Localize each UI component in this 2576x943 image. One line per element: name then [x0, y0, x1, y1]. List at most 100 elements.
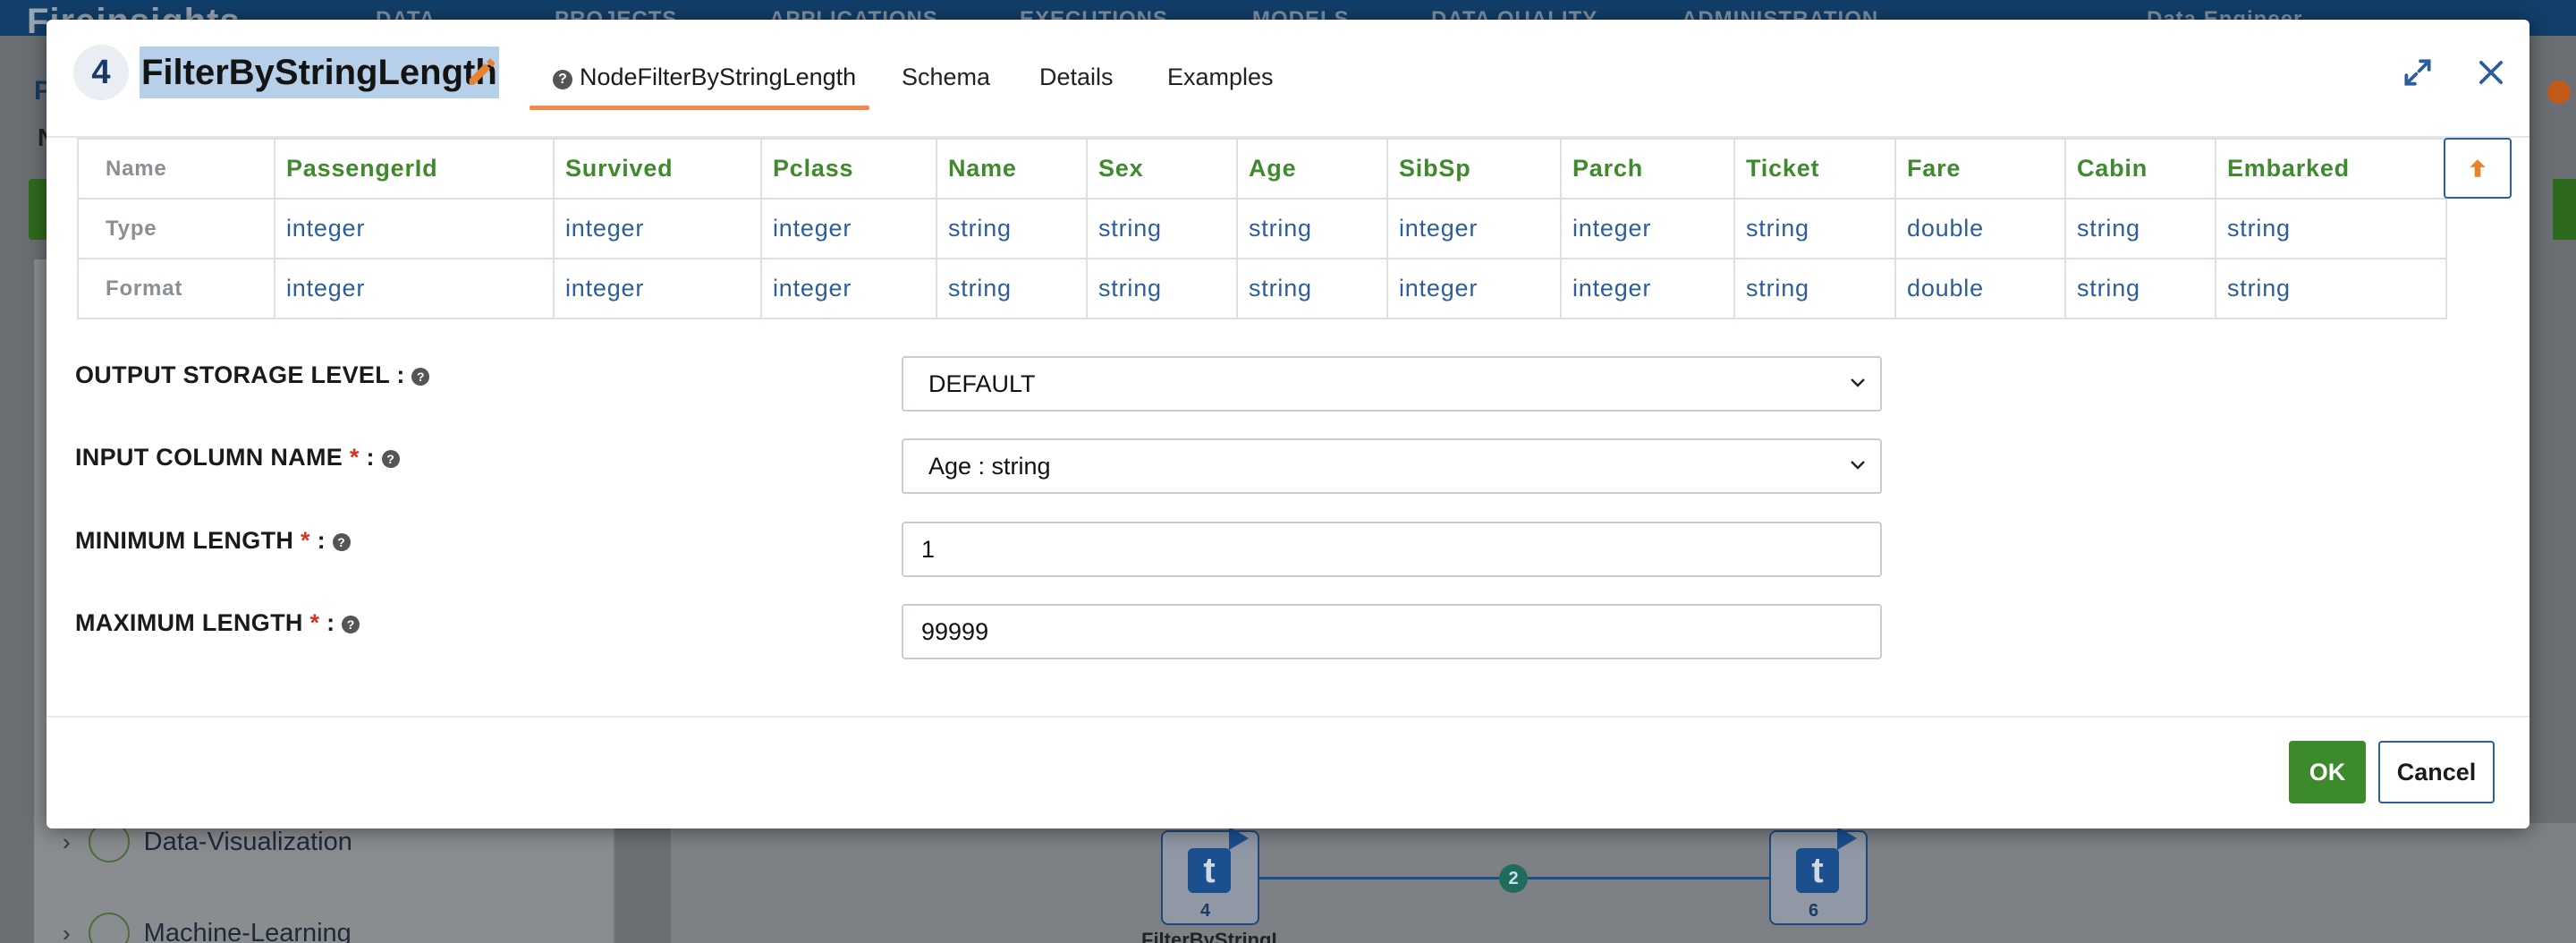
- question-icon: ?: [553, 70, 572, 89]
- node-number: 6: [1809, 901, 1819, 921]
- table-cell: integer: [760, 198, 937, 259]
- table-cell: string: [1236, 198, 1388, 259]
- workflow-node[interactable]: t 6: [1769, 827, 1868, 925]
- table-cell: integer: [1560, 258, 1735, 319]
- tab-examples[interactable]: Examples: [1167, 61, 1274, 93]
- schema-table: Name PassengerId Survived Pclass Name Sex Age…: [77, 138, 2447, 319]
- chevron-down-icon: [1851, 378, 1865, 387]
- table-cell: double: [1894, 258, 2066, 319]
- min-length-input[interactable]: 1: [902, 522, 1882, 577]
- column-header: SibSp: [1386, 138, 1562, 200]
- node-number: 4: [1200, 901, 1211, 921]
- node-number-badge: 4: [73, 45, 129, 100]
- min-length-label: MINIMUM LENGTH * : ?: [75, 527, 358, 555]
- schema-row-name: Name PassengerId Survived Pclass Name Sex Age…: [77, 138, 2447, 200]
- column-header: Fare: [1894, 138, 2066, 200]
- table-cell: integer: [553, 258, 762, 319]
- sidebar-item-label: Data-Visualization: [143, 827, 352, 856]
- footer-divider: [47, 716, 2529, 718]
- ml-icon: [88, 913, 130, 943]
- max-length-label: MAXIMUM LENGTH * : ?: [75, 609, 367, 637]
- input-column-select[interactable]: Age : string: [902, 438, 1882, 494]
- table-cell: double: [1894, 198, 2066, 259]
- sidebar-item-machine-learning[interactable]: › Machine-Learning: [63, 913, 352, 943]
- close-icon[interactable]: [2474, 55, 2508, 89]
- chevron-right-icon: ›: [63, 919, 71, 943]
- table-cell: integer: [274, 198, 555, 259]
- select-value: Age : string: [928, 453, 1051, 480]
- column-header: Pclass: [760, 138, 937, 200]
- pencil-icon[interactable]: [465, 54, 499, 89]
- node-type-icon: t: [1188, 848, 1231, 893]
- active-tab-indicator: [530, 106, 869, 110]
- help-icon[interactable]: ?: [381, 450, 400, 468]
- tab-node-filter-by-string-length[interactable]: ? NodeFilterByStringLength: [553, 61, 856, 93]
- sidebar-item-label: Machine-Learning: [143, 918, 352, 943]
- table-cell: string: [2064, 258, 2216, 319]
- max-length-input[interactable]: 99999: [902, 604, 1882, 659]
- column-header: Survived: [553, 138, 762, 200]
- play-icon[interactable]: [1837, 827, 1857, 850]
- column-header: Parch: [1560, 138, 1735, 200]
- node-label: FilterByStringL: [1141, 929, 1284, 943]
- select-value: DEFAULT: [928, 370, 1036, 397]
- input-column-label: INPUT COLUMN NAME * : ?: [75, 444, 407, 472]
- row-header: Name: [77, 138, 275, 200]
- play-icon[interactable]: [1229, 827, 1249, 850]
- table-cell: string: [2215, 198, 2447, 259]
- scroll-up-button[interactable]: [2444, 138, 2512, 199]
- ok-button[interactable]: OK: [2289, 741, 2366, 803]
- expand-icon[interactable]: [2401, 55, 2435, 89]
- tab-details[interactable]: Details: [1039, 61, 1114, 93]
- table-cell: string: [2215, 258, 2447, 319]
- column-header: PassengerId: [274, 138, 555, 200]
- cancel-button[interactable]: Cancel: [2378, 741, 2495, 803]
- column-header: Ticket: [1733, 138, 1896, 200]
- workflow-node[interactable]: t 4: [1161, 827, 1259, 925]
- bg-help-icon[interactable]: [2547, 81, 2571, 104]
- arrow-up-icon: [2470, 159, 2486, 177]
- node-type-icon: t: [1796, 848, 1839, 893]
- row-header: Format: [77, 258, 275, 319]
- help-icon[interactable]: ?: [342, 616, 360, 633]
- dialog-header: 4 FilterByStringLength ? NodeFilterByStri…: [47, 20, 2529, 138]
- column-header: Age: [1236, 138, 1388, 200]
- workflow-canvas[interactable]: [671, 823, 2576, 943]
- edge-count-badge: 2: [1499, 864, 1528, 893]
- table-cell: string: [1086, 198, 1238, 259]
- storage-level-label: OUTPUT STORAGE LEVEL : ?: [75, 361, 436, 389]
- node-title[interactable]: FilterByStringLength: [140, 47, 499, 98]
- table-cell: string: [2064, 198, 2216, 259]
- column-header: Cabin: [2064, 138, 2216, 200]
- bg-right-button[interactable]: [2553, 179, 2576, 240]
- column-header: Sex: [1086, 138, 1238, 200]
- table-cell: string: [1733, 198, 1896, 259]
- table-cell: string: [1733, 258, 1896, 319]
- chevron-down-icon: [1851, 461, 1865, 470]
- required-marker: *: [300, 527, 310, 554]
- table-cell: integer: [760, 258, 937, 319]
- storage-level-select[interactable]: DEFAULT: [902, 356, 1882, 412]
- help-icon[interactable]: ?: [411, 368, 430, 386]
- required-marker: *: [309, 609, 320, 636]
- column-header: Embarked: [2215, 138, 2447, 200]
- required-marker: *: [349, 444, 360, 471]
- schema-row-type: Type integer integer integer string string st…: [77, 198, 2447, 259]
- table-cell: string: [1086, 258, 1238, 319]
- schema-row-format: Format integer integer integer string string…: [77, 258, 2447, 319]
- help-icon[interactable]: ?: [332, 533, 351, 551]
- node-config-dialog: 4 FilterByStringLength ? NodeFilterByStri…: [47, 20, 2529, 828]
- table-cell: string: [936, 198, 1088, 259]
- row-header: Type: [77, 198, 275, 259]
- table-cell: string: [936, 258, 1088, 319]
- tab-label: NodeFilterByStringLength: [580, 64, 857, 90]
- tab-schema[interactable]: Schema: [902, 61, 990, 93]
- chevron-right-icon: ›: [63, 828, 71, 855]
- table-cell: integer: [1386, 198, 1562, 259]
- column-header: Name: [936, 138, 1088, 200]
- table-cell: integer: [1386, 258, 1562, 319]
- table-cell: integer: [1560, 198, 1735, 259]
- table-cell: integer: [274, 258, 555, 319]
- table-cell: string: [1236, 258, 1388, 319]
- table-cell: integer: [553, 198, 762, 259]
